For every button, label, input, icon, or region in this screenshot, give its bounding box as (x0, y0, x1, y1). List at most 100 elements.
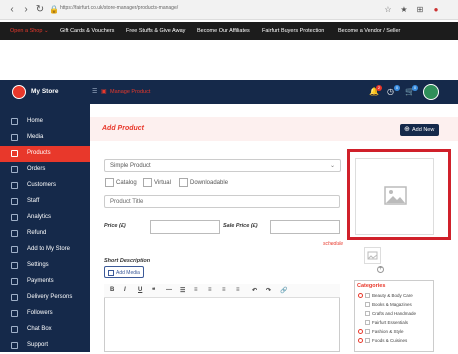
cart-badge: 0 (412, 85, 418, 91)
undo-button[interactable]: ↶ (252, 287, 257, 294)
page-title: Add Product (102, 125, 144, 132)
category-checkbox[interactable] (365, 293, 370, 298)
back-icon[interactable]: ‹ (6, 4, 18, 16)
expand-icon[interactable] (358, 329, 363, 334)
extensions-icon[interactable]: ⊞ (414, 4, 426, 16)
category-item[interactable]: Crafts and Handmade (358, 310, 433, 319)
customers-icon (11, 182, 18, 189)
product-title-input[interactable]: Product Title (104, 195, 340, 208)
sidebar-item-settings[interactable]: Settings (0, 258, 90, 274)
category-checkbox[interactable] (365, 338, 370, 343)
menu-icon[interactable]: ☰ (92, 88, 97, 95)
refund-icon (11, 230, 18, 237)
price-label: Price (£) (104, 223, 126, 229)
catalog-label: Catalog (116, 180, 137, 186)
add-media-button[interactable]: Add Media (104, 266, 144, 278)
category-checkbox[interactable] (365, 329, 370, 334)
bullet-list-button[interactable]: ☰ (180, 287, 185, 294)
profile-icon[interactable]: ● (430, 4, 442, 16)
link-button[interactable]: 🔗 (280, 287, 287, 294)
star-icon[interactable]: ☆ (382, 4, 394, 16)
category-item[interactable]: Fashion & Style (358, 328, 433, 337)
sidebar-item-refund[interactable]: Refund (0, 226, 90, 242)
quote-button[interactable]: ❝ (152, 287, 155, 294)
affiliates-link[interactable]: Become Our Affiliates (197, 28, 250, 34)
bold-button[interactable]: B (110, 287, 114, 293)
gallery-thumbnail[interactable] (364, 247, 381, 264)
numbered-list-button[interactable]: ≡ (194, 287, 198, 293)
category-checkbox[interactable] (365, 302, 370, 307)
downloadable-checkbox[interactable] (179, 178, 188, 187)
virtual-checkbox[interactable] (143, 178, 152, 187)
become-vendor-link[interactable]: Become a Vendor / Seller (338, 28, 400, 34)
forward-icon[interactable]: › (20, 4, 32, 16)
buyers-protection-link[interactable]: Fairfurt Buyers Protection (262, 28, 324, 34)
add-new-button[interactable]: ⊕ Add New (400, 124, 439, 136)
editor-toolbar: B I U ❝ — ☰ ≡ ≡ ≡ ≡ ↶ ↷ 🔗 (104, 284, 340, 298)
sidebar-item-delivery[interactable]: Delivery Persons (0, 290, 90, 306)
categories-label: Categories (357, 283, 386, 289)
sidebar-item-payments[interactable]: Payments (0, 274, 90, 290)
gift-cards-link[interactable]: Gift Cards & Vouchers (60, 28, 114, 34)
sidebar-item-add-to-store[interactable]: Add to My Store (0, 242, 90, 258)
home-icon (11, 118, 18, 125)
sidebar-item-media[interactable]: Media (0, 130, 90, 146)
sidebar-item-orders[interactable]: Orders (0, 162, 90, 178)
sidebar-item-staff[interactable]: Staff (0, 194, 90, 210)
align-center-button[interactable]: ≡ (222, 287, 226, 293)
favorites-icon[interactable]: ★ (398, 4, 410, 16)
clock-icon[interactable]: ◷ (387, 87, 394, 96)
redo-button[interactable]: ↷ (266, 287, 271, 294)
sidebar-item-home[interactable]: Home (0, 114, 90, 130)
hr-button[interactable]: — (166, 287, 172, 293)
sidebar-item-chat[interactable]: Chat Box (0, 322, 90, 338)
category-checkbox[interactable] (365, 320, 370, 325)
promo-bar: Open a Shop ⌄ Gift Cards & Vouchers Free… (0, 22, 458, 40)
gallery-image-icon (367, 251, 378, 260)
downloadable-label: Downloadable (190, 180, 229, 186)
image-placeholder-icon (384, 186, 407, 205)
price-input[interactable] (150, 220, 220, 234)
catalog-checkbox[interactable] (105, 178, 114, 187)
store-logo (12, 85, 26, 99)
store-name: My Store (31, 88, 59, 95)
product-type-select[interactable]: Simple Product ⌄ (104, 159, 341, 172)
category-item[interactable]: Fairfurt Essentials (358, 319, 433, 328)
sidebar-item-analytics[interactable]: Analytics (0, 210, 90, 226)
avatar[interactable] (423, 84, 439, 100)
breadcrumb: Manage Product (110, 89, 151, 95)
free-stuffs-link[interactable]: Free Stuffs & Give Away (126, 28, 185, 34)
short-description-label: Short Description (104, 258, 151, 264)
plus-icon: ⊕ (404, 126, 410, 133)
sale-price-input[interactable] (270, 220, 340, 234)
sidebar: Home Media Products Orders Customers Sta… (0, 104, 90, 352)
expand-icon[interactable] (358, 293, 363, 298)
category-checkbox[interactable] (365, 311, 370, 316)
category-item[interactable]: Books & Magazines (358, 301, 433, 310)
orders-icon (11, 166, 18, 173)
spacer (0, 40, 458, 80)
sidebar-item-customers[interactable]: Customers (0, 178, 90, 194)
clock-badge: 0 (394, 85, 400, 91)
expand-icon[interactable] (358, 338, 363, 343)
staff-icon (11, 198, 18, 205)
address-bar[interactable]: https://fairfurt.co.uk/store-manager/pro… (60, 5, 178, 11)
sidebar-item-products[interactable]: Products (0, 146, 90, 162)
chevron-down-icon: ⌄ (329, 163, 335, 169)
underline-button[interactable]: U (138, 287, 142, 293)
sale-price-label: Sale Price (£) (223, 223, 258, 229)
align-right-button[interactable]: ≡ (236, 287, 240, 293)
italic-button[interactable]: I (124, 287, 126, 293)
schedule-link[interactable]: schedule (323, 241, 343, 247)
add-gallery-icon[interactable]: + (377, 266, 384, 273)
featured-image-uploader[interactable] (355, 158, 434, 235)
category-item[interactable]: Beauty & Body Care (358, 292, 433, 301)
settings-icon (11, 262, 18, 269)
sidebar-item-followers[interactable]: Followers (0, 306, 90, 322)
refresh-icon[interactable]: ↻ (34, 4, 46, 16)
followers-icon (11, 310, 18, 317)
align-left-button[interactable]: ≡ (208, 287, 212, 293)
category-item[interactable]: Foods & Cuisines (358, 337, 433, 346)
open-shop-link[interactable]: Open a Shop ⌄ (10, 28, 49, 34)
media-icon (11, 134, 18, 141)
